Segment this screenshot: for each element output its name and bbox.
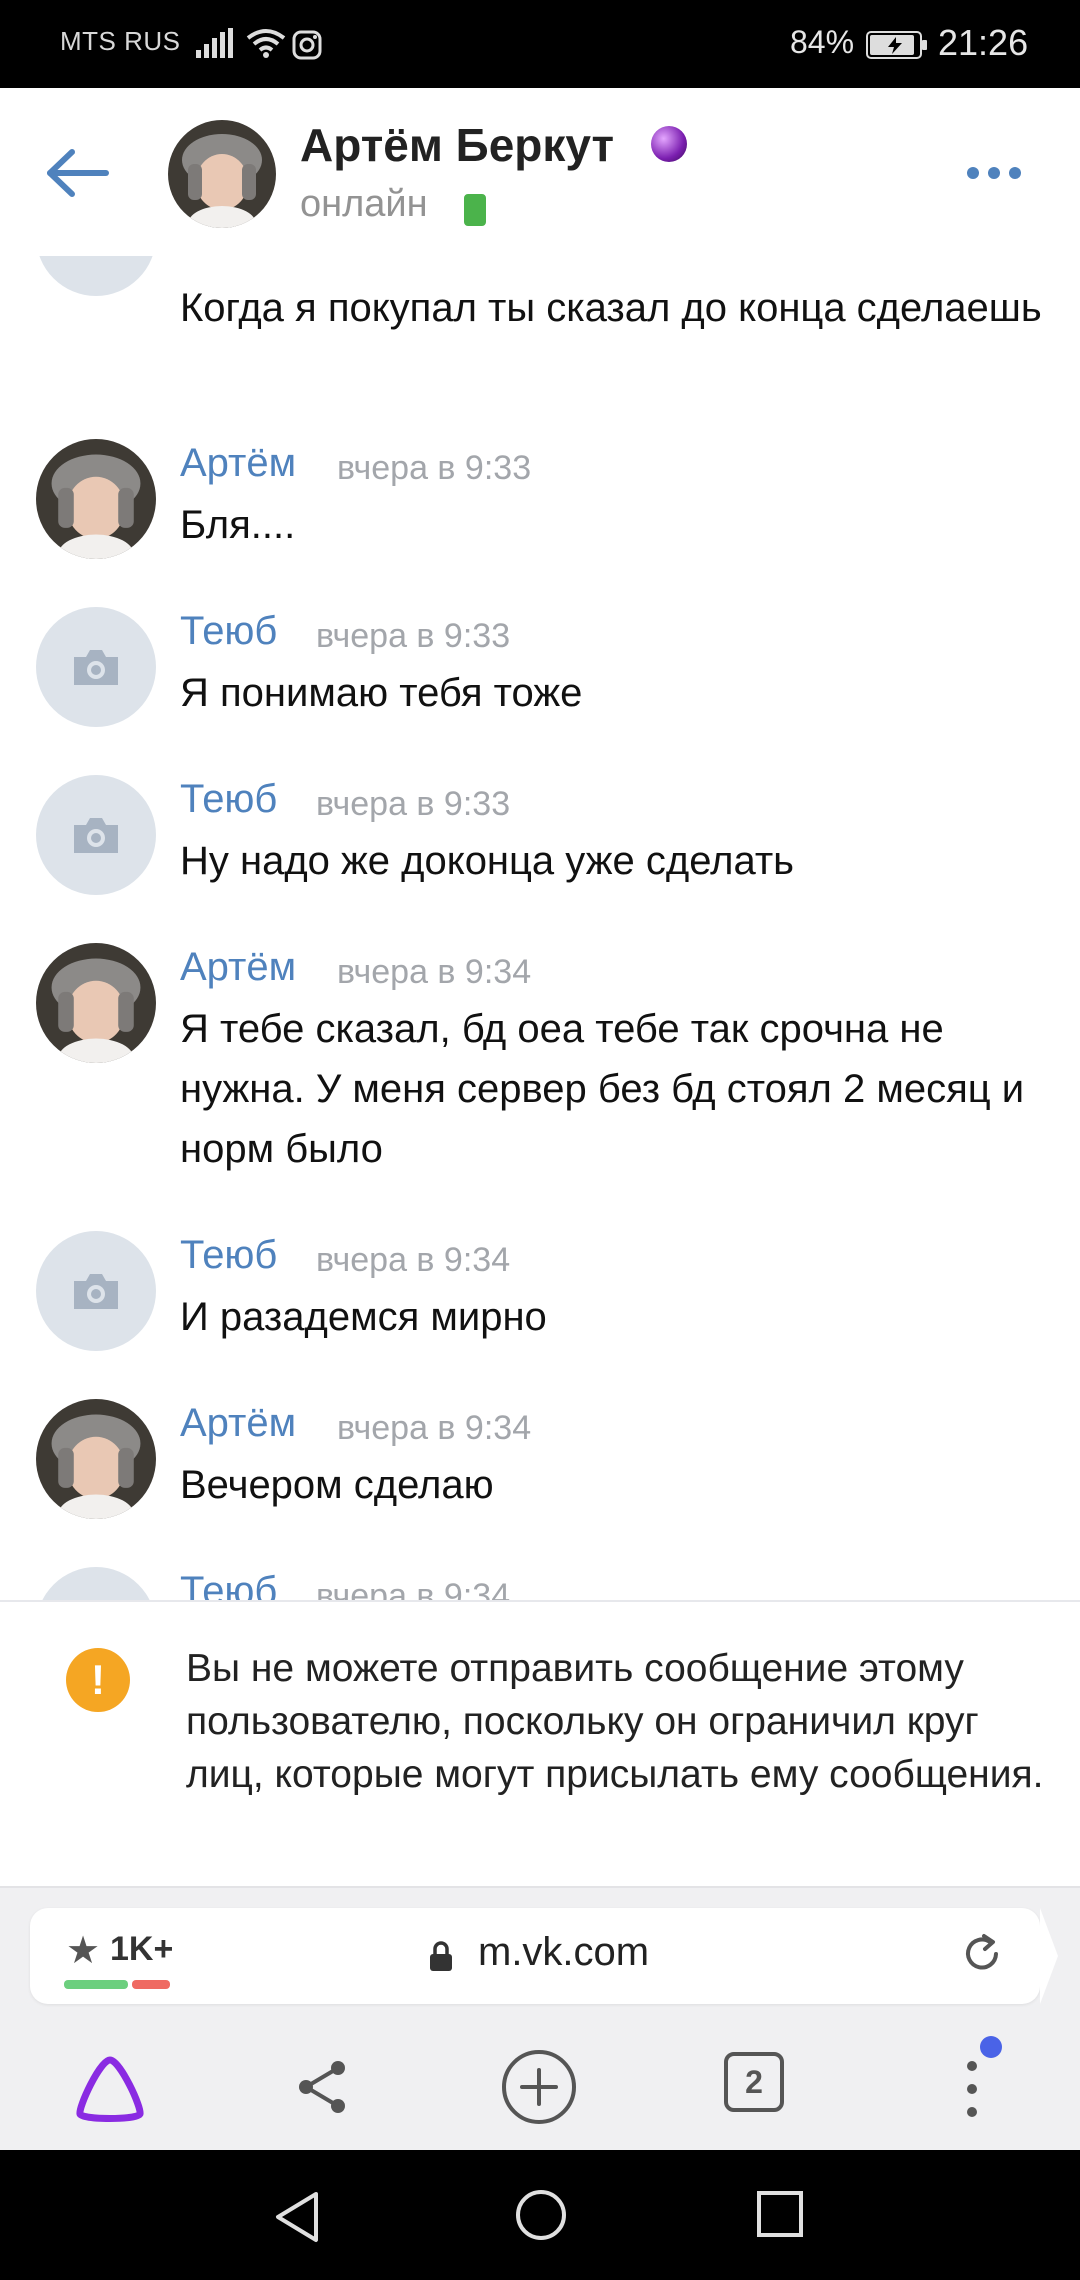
address-bar-arrow <box>1040 1908 1058 2004</box>
lock-icon <box>430 1941 452 1971</box>
contact-name: Артём Беркут <box>300 119 615 171</box>
message-time: вчера в 9:33 <box>337 449 532 487</box>
message-author[interactable]: Теюб <box>180 609 277 654</box>
warning-icon: ! <box>66 1648 130 1712</box>
message-text: И разадемся мирно <box>180 1295 547 1339</box>
crystal-ball-icon <box>651 126 687 162</box>
message-text: Я понимаю тебя тоже <box>180 671 583 715</box>
message-time: вчера в 9:34 <box>316 1577 511 1600</box>
message-time: вчера в 9:34 <box>337 1409 532 1447</box>
camera-icon <box>70 256 122 258</box>
url-text[interactable]: m.vk.com <box>478 1930 649 1975</box>
message-text: Бля.... <box>180 503 296 547</box>
battery-percent: 84% <box>790 24 855 60</box>
camera-icon <box>74 818 118 853</box>
avatar-placeholder[interactable] <box>36 1231 156 1351</box>
message-text: Вечером сделаю <box>180 1463 494 1507</box>
notification-dot <box>980 2036 1002 2058</box>
wifi-icon <box>246 29 286 58</box>
clock: 21:26 <box>938 22 1029 63</box>
message-author[interactable]: Теюб <box>180 1569 277 1600</box>
avatar-placeholder[interactable] <box>36 1567 156 1600</box>
instagram-icon <box>292 30 322 60</box>
nav-home-icon[interactable] <box>514 2188 568 2242</box>
avatar[interactable] <box>36 943 156 1063</box>
avatar[interactable] <box>36 1399 156 1519</box>
star-icon: ★ <box>66 1930 101 1972</box>
more-dots-icon[interactable] <box>966 166 1022 180</box>
message-author[interactable]: Артём <box>180 945 296 990</box>
message-text: Когда я покупал ты сказал до конца сдела… <box>180 286 1042 330</box>
alice-icon[interactable] <box>70 2054 150 2124</box>
site-rating[interactable]: 1K+ <box>110 1930 173 1969</box>
tabs-counter[interactable]: 2 <box>724 2052 784 2112</box>
message-text: Ну надо же доконца уже сделать <box>180 839 794 883</box>
address-bar[interactable]: ★ 1K+ m.vk.com <box>30 1908 1040 2004</box>
browser-toolbar: ★ 1K+ m.vk.com 2 <box>0 1886 1080 2152</box>
share-icon[interactable] <box>290 2054 356 2120</box>
mobile-phone-icon <box>464 194 486 226</box>
avatar-placeholder[interactable] <box>36 607 156 727</box>
online-status: онлайн <box>300 183 428 225</box>
camera-icon <box>74 650 118 685</box>
signal-icon <box>196 28 233 58</box>
avatar-placeholder[interactable] <box>36 256 156 296</box>
contact-avatar[interactable] <box>168 120 276 228</box>
chat-header: Артём Беркут онлайн <box>0 88 1080 256</box>
carrier-label: MTS RUS <box>60 26 181 56</box>
browser-menu-icon[interactable] <box>954 2054 994 2124</box>
system-nav-bar <box>0 2150 1080 2280</box>
new-tab-icon[interactable] <box>500 2048 578 2126</box>
message-list[interactable]: Когда я покупал ты сказал до конца сдела… <box>0 256 1080 1600</box>
blocked-notice: ! Вы не можете отправить сообщение этому… <box>0 1600 1080 1888</box>
message-text: Я тебе сказал, бд оеа тебе так срочна не… <box>180 1007 1025 1171</box>
nav-back-icon[interactable] <box>272 2190 322 2244</box>
message-time: вчера в 9:34 <box>316 1241 511 1279</box>
message-author[interactable]: Артём <box>180 1401 296 1446</box>
notice-text: Вы не можете отправить сообщение этому п… <box>186 1647 1044 1796</box>
nav-recents-icon[interactable] <box>756 2190 804 2238</box>
message-time: вчера в 9:33 <box>316 617 511 655</box>
rating-positive-bar <box>64 1980 128 1989</box>
camera-icon <box>74 1274 118 1309</box>
back-arrow-icon[interactable] <box>44 148 114 198</box>
rating-negative-bar <box>132 1980 170 1989</box>
reload-icon[interactable] <box>960 1932 1004 1976</box>
avatar[interactable] <box>36 439 156 559</box>
status-bar: MTS RUS 84% 21:26 <box>0 0 1080 88</box>
message-time: вчера в 9:33 <box>316 785 511 823</box>
message-author[interactable]: Теюб <box>180 777 277 822</box>
message-author[interactable]: Артём <box>180 441 296 486</box>
avatar-placeholder[interactable] <box>36 775 156 895</box>
message-time: вчера в 9:34 <box>337 953 532 991</box>
message-author[interactable]: Теюб <box>180 1233 277 1278</box>
battery-icon <box>866 31 927 59</box>
